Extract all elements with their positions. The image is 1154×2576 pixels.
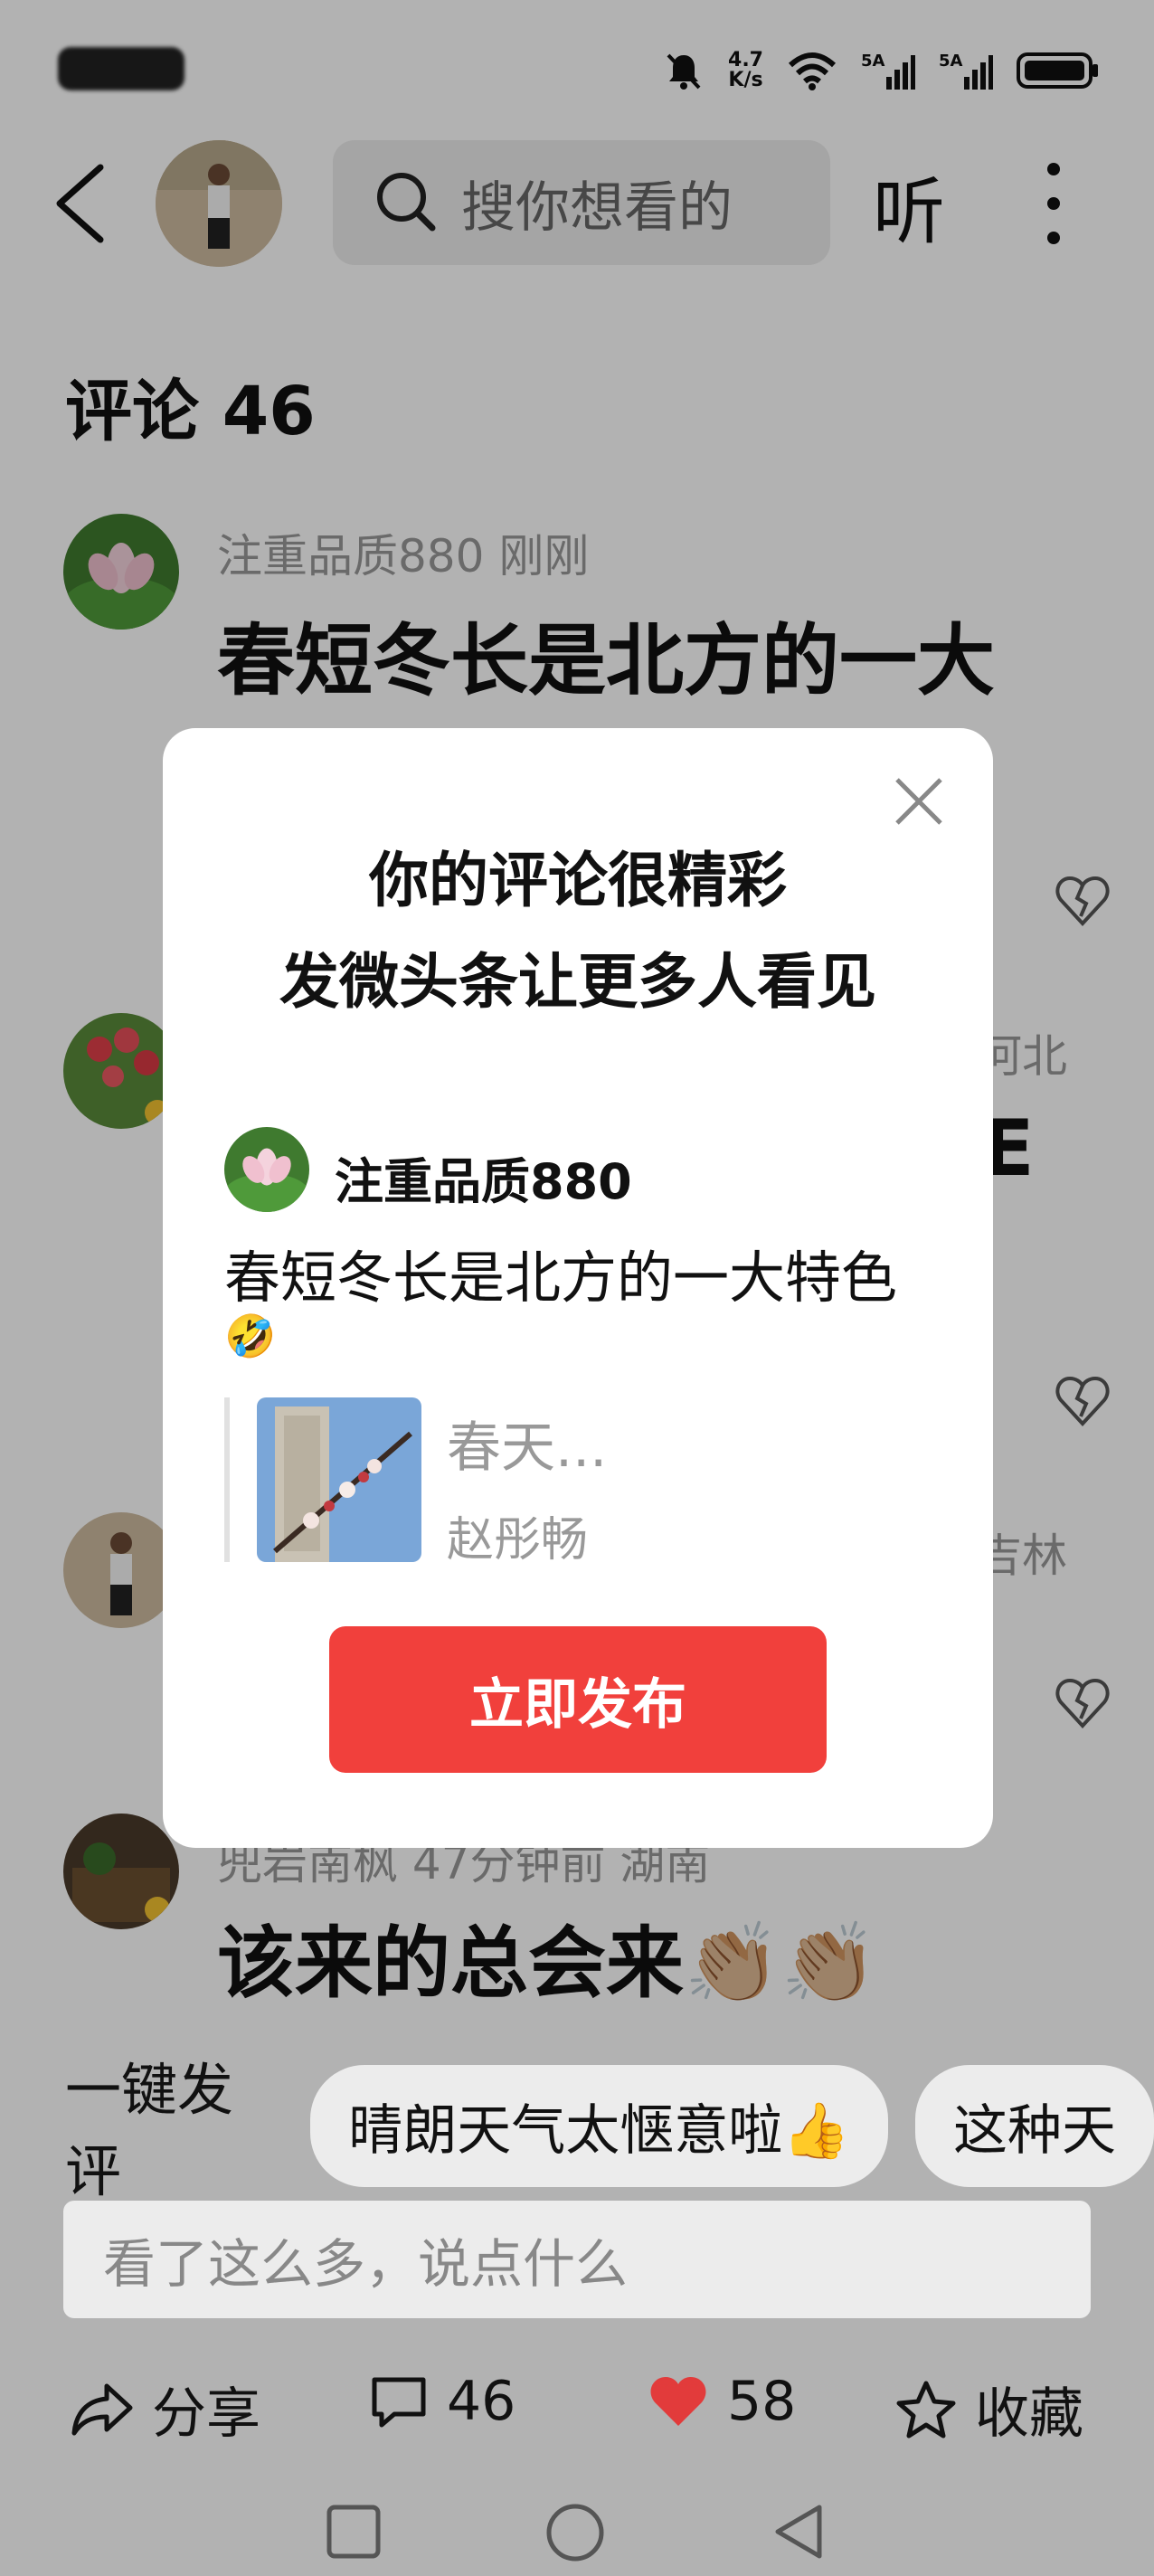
modal-user-avatar xyxy=(224,1127,309,1212)
lotus-avatar-image xyxy=(224,1127,309,1212)
share-label: 分享 xyxy=(152,2382,260,2446)
comments-button[interactable]: 46 xyxy=(369,2370,516,2433)
modal-title-line2: 发微头条让更多人看见 xyxy=(279,947,876,1017)
comment-input-placeholder: 看了这么多，说点什么 xyxy=(103,2233,629,2295)
quote-bar xyxy=(224,1397,230,1562)
favorite-button[interactable]: 收藏 xyxy=(895,2370,1083,2448)
blossom-thumbnail-image xyxy=(257,1397,421,1562)
comment-input[interactable]: 看了这么多，说点什么 xyxy=(63,2201,1091,2318)
modal-comment-text: 春短冬长是北方的一大特色 xyxy=(224,1245,898,1311)
recent-apps-icon[interactable] xyxy=(326,2504,382,2560)
publish-button[interactable]: 立即发布 xyxy=(329,1626,827,1773)
close-icon[interactable] xyxy=(894,776,944,827)
likes-count: 58 xyxy=(727,2370,797,2433)
comments-count: 46 xyxy=(447,2370,516,2433)
heart-filled-icon xyxy=(650,2377,706,2426)
home-icon[interactable] xyxy=(544,2502,606,2563)
modal-title-line1: 你的评论很精彩 xyxy=(369,846,787,915)
share-button[interactable]: 分享 xyxy=(71,2370,260,2448)
back-nav-icon[interactable] xyxy=(771,2502,827,2562)
favorite-label: 收藏 xyxy=(975,2382,1083,2446)
modal-title: 你的评论很精彩 发微头条让更多人看见 xyxy=(163,830,993,1033)
star-icon xyxy=(896,2381,956,2438)
modal-comment-emoji: 🤣 xyxy=(224,1312,277,1360)
share-icon xyxy=(71,2383,133,2435)
article-author: 赵彤畅 xyxy=(447,1513,589,1567)
quick-reply-bar: 一键发评 晴朗天气太惬意啦👍 这种天 xyxy=(0,2057,1154,2204)
quick-reply-chip[interactable]: 这种天 xyxy=(915,2064,1154,2187)
article-title: 春天... xyxy=(447,1416,608,1480)
quick-reply-label: 一键发评 xyxy=(65,2057,234,2204)
system-navigation-bar xyxy=(0,2478,1154,2576)
like-button[interactable]: 58 xyxy=(648,2370,796,2433)
article-thumbnail xyxy=(257,1397,421,1562)
modal-username: 注重品质880 xyxy=(335,1153,632,1210)
quick-reply-chip[interactable]: 晴朗天气太惬意啦👍 xyxy=(310,2064,888,2187)
comment-bubble-icon xyxy=(372,2377,426,2428)
